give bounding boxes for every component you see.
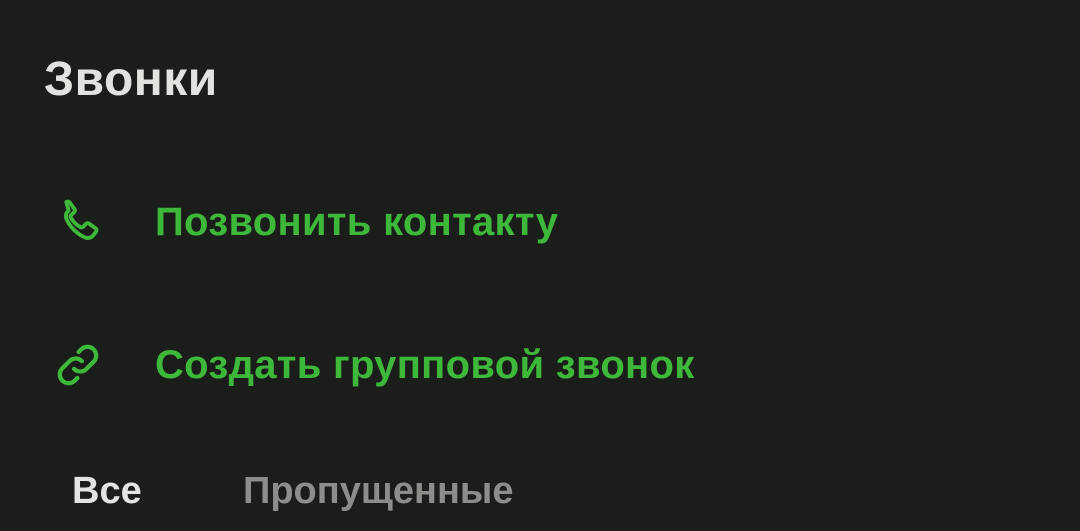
calls-tabs: Все Пропущенные	[0, 460, 1080, 524]
tab-missed[interactable]: Пропущенные	[243, 468, 514, 514]
call-contact-label: Позвонить контакту	[155, 200, 559, 244]
calls-screen: Звонки Позвонить контакту Создать группо…	[0, 0, 1080, 531]
call-contact-button[interactable]: Позвонить контакту	[0, 172, 1080, 272]
phone-icon	[50, 194, 106, 250]
link-icon	[50, 337, 106, 393]
create-group-call-button[interactable]: Создать групповой звонок	[0, 315, 1080, 415]
page-title: Звонки	[44, 53, 218, 106]
create-group-call-label: Создать групповой звонок	[155, 343, 695, 387]
tab-all[interactable]: Все	[72, 468, 142, 514]
